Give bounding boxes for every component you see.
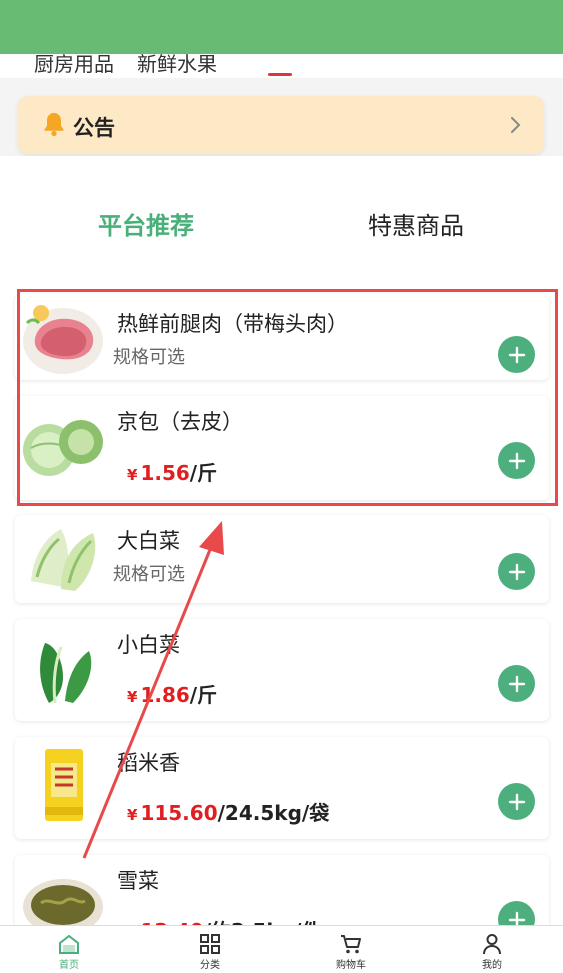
chevron-right-icon (511, 117, 521, 133)
bottom-nav: 首页 分类 购物车 我的 (0, 925, 563, 973)
price-amount: 1.86 (140, 683, 190, 707)
nav-profile[interactable]: 我的 (447, 926, 537, 973)
product-name: 大白菜 (117, 529, 180, 553)
category-kitchen[interactable]: 厨房用品 (34, 54, 114, 77)
product-card[interactable]: 京包（去皮） ¥1.56/斤 (15, 396, 549, 500)
add-to-cart-button[interactable] (498, 442, 535, 479)
product-spec: 规格可选 (113, 564, 185, 585)
app-screen: 厨房用品 新鲜水果 公告 平台推荐 特惠商品 热鲜前腿肉（带梅头肉） 规格可选 … (0, 0, 563, 973)
notice-banner[interactable]: 公告 (18, 96, 544, 154)
currency-symbol: ¥ (127, 806, 138, 824)
rice-bag-image (45, 749, 83, 821)
plus-icon (508, 452, 525, 469)
nav-home[interactable]: 首页 (24, 926, 114, 973)
price-amount: 1.56 (140, 461, 190, 485)
add-to-cart-button[interactable] (498, 553, 535, 590)
bell-icon (44, 113, 64, 137)
category-active-indicator (268, 73, 292, 76)
tab-platform-recommend[interactable]: 平台推荐 (98, 206, 194, 241)
add-to-cart-button[interactable] (498, 665, 535, 702)
currency-symbol: ¥ (127, 688, 138, 706)
add-to-cart-button[interactable] (498, 336, 535, 373)
nav-cart[interactable]: 购物车 (306, 926, 396, 973)
status-bar (0, 0, 563, 54)
product-list: 热鲜前腿肉（带梅头肉） 规格可选 京包（去皮） ¥1.56/斤 大白菜 规格可选… (0, 286, 563, 957)
cabbage-image (23, 420, 103, 476)
product-card[interactable]: 小白菜 ¥1.86/斤 (15, 619, 549, 721)
notice-title: 公告 (73, 116, 115, 140)
product-tabs: 平台推荐 特惠商品 (0, 156, 563, 286)
product-card[interactable]: 稻米香 ¥115.60/24.5kg/袋 (15, 737, 549, 839)
product-card[interactable]: 大白菜 规格可选 (15, 515, 549, 603)
plus-icon (508, 675, 525, 692)
plus-icon (508, 793, 525, 810)
product-name: 雪菜 (117, 869, 159, 893)
price-amount: 115.60 (140, 801, 218, 825)
add-to-cart-button[interactable] (498, 783, 535, 820)
product-name: 京包（去皮） (117, 410, 243, 434)
cart-icon (341, 935, 361, 954)
pork-image (23, 305, 103, 374)
plus-icon (508, 346, 525, 363)
product-price: ¥1.56/斤 (127, 457, 217, 486)
notice-section: 公告 (0, 78, 563, 156)
product-name: 稻米香 (117, 751, 180, 775)
plus-icon (508, 563, 525, 580)
product-price: ¥1.86/斤 (127, 679, 217, 708)
price-unit: /斤 (189, 461, 218, 485)
bok-choy-image (40, 643, 92, 704)
product-price: ¥115.60/24.5kg/袋 (127, 797, 329, 826)
product-card[interactable]: 热鲜前腿肉（带梅头肉） 规格可选 (15, 294, 549, 380)
product-name: 小白菜 (117, 633, 180, 657)
product-spec: 规格可选 (113, 347, 185, 368)
nav-label: 购物车 (336, 960, 366, 971)
category-fruit[interactable]: 新鲜水果 (137, 54, 217, 77)
category-strip: 厨房用品 新鲜水果 (0, 54, 563, 78)
grid-icon (200, 934, 220, 954)
nav-category[interactable]: 分类 (165, 926, 255, 973)
user-icon (483, 934, 501, 955)
nav-label: 首页 (59, 960, 79, 971)
nav-label: 我的 (482, 960, 502, 971)
home-icon (59, 934, 79, 954)
tab-special-offers[interactable]: 特惠商品 (368, 206, 464, 241)
currency-symbol: ¥ (127, 466, 138, 484)
napa-cabbage-image (31, 529, 96, 591)
price-unit: /24.5kg/袋 (217, 801, 330, 825)
nav-label: 分类 (200, 960, 220, 971)
product-name: 热鲜前腿肉（带梅头肉） (117, 312, 348, 336)
price-unit: /斤 (189, 683, 218, 707)
